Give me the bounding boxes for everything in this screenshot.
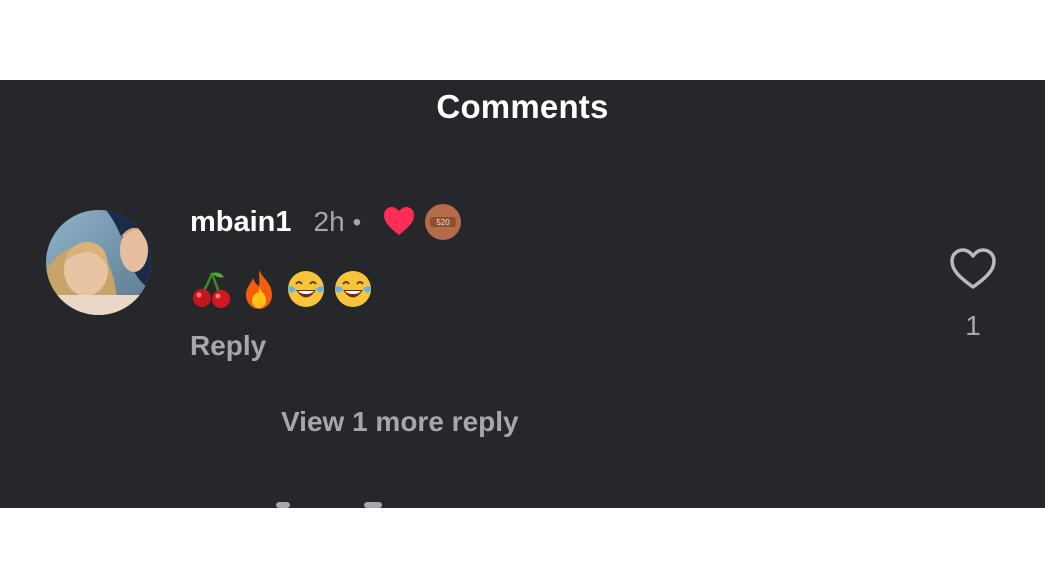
fire-icon — [246, 270, 272, 309]
comments-panel: Comments mbain1 2h • 520 Reply View 1 mo… — [0, 80, 1045, 508]
red-heart-icon — [384, 207, 415, 235]
avatar[interactable] — [46, 210, 151, 315]
badge-label: 520 — [436, 218, 450, 227]
view-more-replies-button[interactable]: View 1 more reply — [281, 406, 519, 438]
cut-off-text-fragment — [276, 502, 290, 508]
separator-dot: • — [352, 209, 362, 236]
comment-text — [190, 266, 378, 312]
reply-button[interactable]: Reply — [190, 330, 266, 362]
tears-of-joy-icon — [335, 271, 371, 307]
badge-icon: 520 — [425, 204, 462, 240]
like-count: 1 — [965, 310, 981, 341]
screenshot-page: Comments mbain1 2h • 520 Reply View 1 mo… — [0, 0, 1045, 588]
comments-title: Comments — [436, 88, 609, 125]
next-comment-partial — [276, 496, 426, 508]
timestamp: 2h — [313, 206, 345, 237]
cut-off-text-fragment — [364, 502, 382, 508]
like-heart-icon[interactable] — [948, 246, 998, 292]
username[interactable]: mbain1 — [190, 206, 292, 239]
tears-of-joy-icon — [288, 271, 324, 307]
comment-meta: mbain1 2h • 520 — [190, 202, 462, 242]
cherries-icon — [193, 272, 230, 308]
avatar-image — [46, 210, 151, 315]
